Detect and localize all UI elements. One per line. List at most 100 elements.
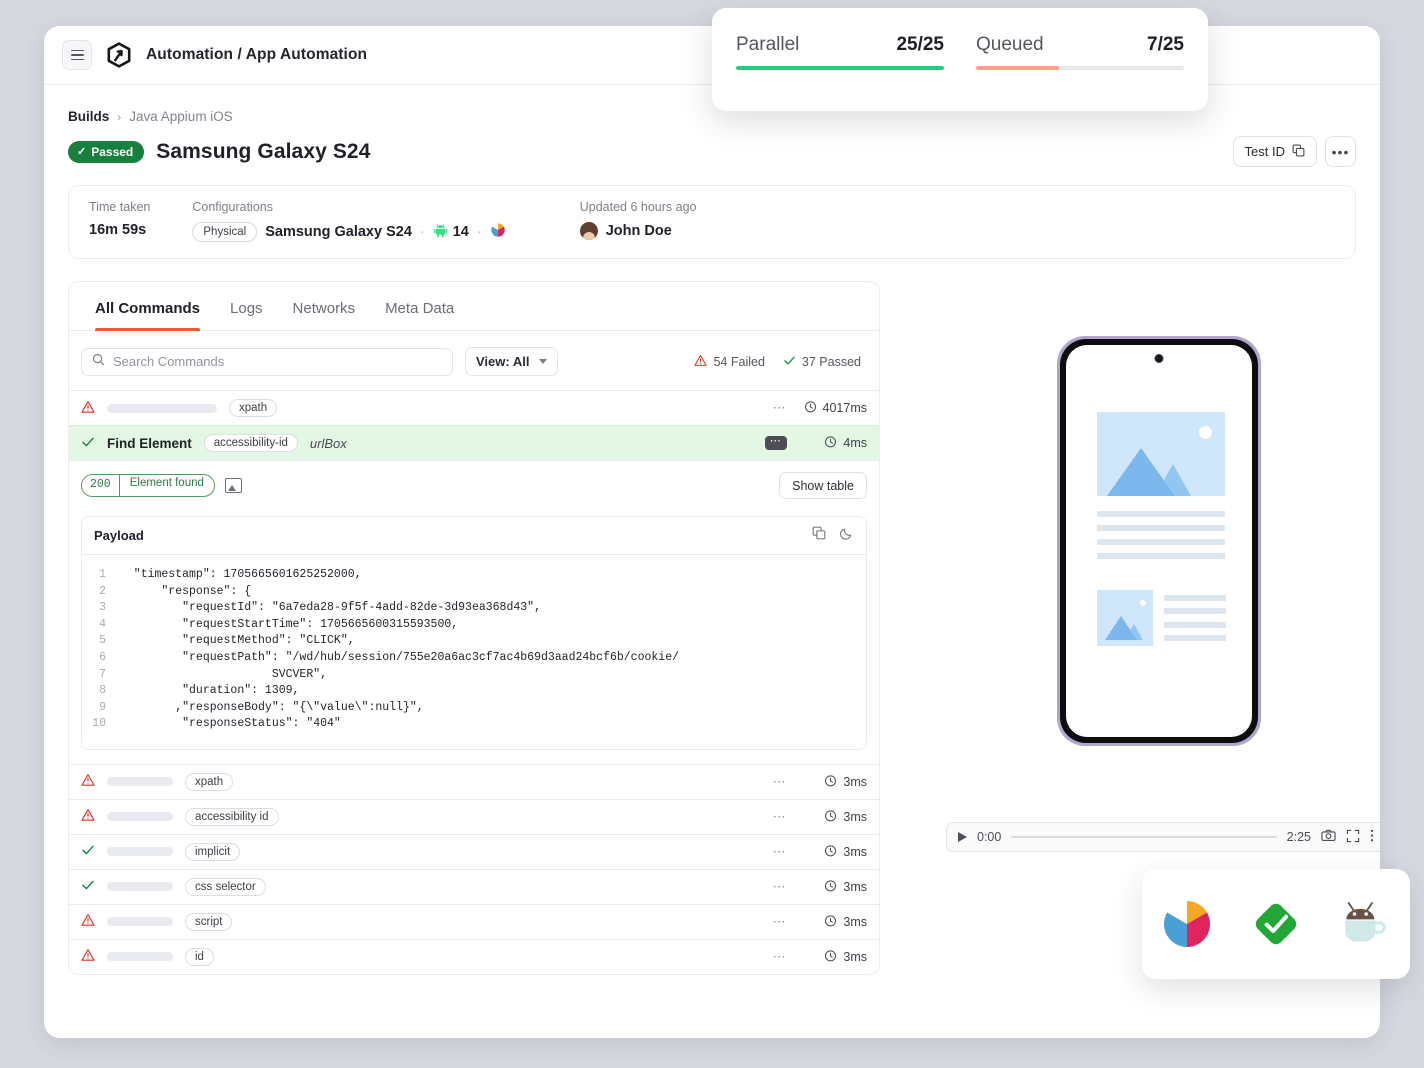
payload-title: Payload	[94, 528, 144, 543]
mountain-shape	[1107, 448, 1175, 496]
more-options-button[interactable]: •••	[1325, 136, 1356, 167]
placeholder-text-line	[1164, 635, 1226, 641]
redacted-command-name	[107, 777, 173, 786]
hamburger-icon[interactable]	[62, 40, 92, 70]
line-number: 2	[82, 584, 120, 601]
placeholder-hero-image	[1097, 412, 1225, 496]
copy-icon[interactable]	[812, 526, 826, 545]
redacted-command-name	[107, 917, 173, 926]
locator-tag: implicit	[185, 843, 240, 861]
android-icon	[433, 223, 448, 242]
sun-shape	[1199, 426, 1212, 439]
line-number: 7	[82, 667, 120, 684]
camera-icon[interactable]	[1321, 828, 1336, 846]
line-text: "requestStartTime": 1705665600315593500,	[120, 617, 458, 634]
line-text: "requestMethod": "CLICK",	[120, 633, 355, 650]
search-input[interactable]	[113, 354, 442, 369]
integrations-card	[1142, 869, 1410, 979]
table-row[interactable]: css selector ⋯ 3ms	[69, 869, 879, 904]
payload-card: Payload	[81, 516, 867, 750]
code-line: 8 "duration": 1309,	[82, 683, 866, 700]
search-box[interactable]	[81, 348, 453, 376]
line-number: 9	[82, 700, 120, 717]
row-actions: ⋯ 4ms	[765, 435, 867, 451]
row-actions: ⋯ 3ms	[773, 774, 867, 790]
line-text: "duration": 1309,	[120, 683, 299, 700]
android-java-icon	[1336, 895, 1394, 953]
fullscreen-icon[interactable]	[1346, 829, 1360, 846]
clock-icon	[804, 400, 817, 416]
updated-label: Updated 6 hours ago	[580, 200, 697, 214]
stat-queued-value: 7/25	[1147, 34, 1184, 56]
code-line: 5 "requestMethod": "CLICK",	[82, 633, 866, 650]
configurations-block: Configurations Physical Samsung Galaxy S…	[192, 200, 505, 242]
progress-track[interactable]	[1011, 836, 1276, 838]
failed-count: 54 Failed	[694, 354, 764, 370]
play-icon[interactable]	[958, 832, 967, 842]
user-name: John Doe	[606, 223, 672, 239]
line-text: "timestamp": 1705665601625252000,	[120, 567, 362, 584]
search-icon	[92, 353, 105, 371]
camera-punchhole-icon	[1155, 354, 1164, 363]
row-actions: ⋯ 3ms	[773, 879, 867, 895]
locator-tag: css selector	[185, 878, 266, 896]
row-actions: ⋯ 3ms	[773, 844, 867, 860]
counts: 54 Failed 37 Passed	[694, 354, 867, 370]
code-line: 3 "requestId": "6a7eda28-9f5f-4add-82de-…	[82, 600, 866, 617]
line-number: 8	[82, 683, 120, 700]
total-time: 2:25	[1287, 830, 1311, 844]
kebab-icon[interactable]	[1370, 828, 1374, 846]
row-duration-label: 3ms	[843, 845, 867, 859]
row-duration-label: 3ms	[843, 950, 867, 964]
breadcrumb-builds[interactable]: Builds	[68, 109, 109, 124]
table-row[interactable]: accessibility id ⋯ 3ms	[69, 799, 879, 834]
line-text: "responseStatus": "404"	[120, 716, 341, 733]
parallel-queued-card: Parallel 25/25 Queued 7/25	[712, 8, 1208, 111]
code-line: 4 "requestStartTime": 170566560031559350…	[82, 617, 866, 634]
placeholder-thumb-image	[1097, 590, 1153, 646]
stat-queued-bar	[976, 66, 1184, 70]
view-filter-select[interactable]: View: All	[465, 347, 558, 376]
tab-logs[interactable]: Logs	[230, 282, 263, 330]
tab-bar: All Commands Logs Networks Meta Data	[69, 282, 879, 331]
stat-parallel-bar-fill	[736, 66, 944, 70]
row-duration: 3ms	[803, 774, 867, 790]
row-more-icon[interactable]: ⋯	[765, 436, 787, 450]
redacted-command-name	[107, 812, 173, 821]
clock-icon	[824, 914, 837, 930]
tab-meta-data[interactable]: Meta Data	[385, 282, 454, 330]
row-actions: ⋯ 3ms	[773, 809, 867, 825]
mountain-shape	[1105, 616, 1137, 640]
table-row[interactable]: script ⋯ 3ms	[69, 904, 879, 939]
code-line: 1 "timestamp": 1705665601625252000,	[82, 567, 866, 584]
placeholder-text-line	[1164, 622, 1226, 628]
video-player-controls: 0:00 2:25	[946, 822, 1380, 852]
appium-icon	[490, 222, 506, 242]
table-row[interactable]: implicit ⋯ 3ms	[69, 834, 879, 869]
line-text: ,"responseBody": "{\"value\":null}",	[120, 700, 424, 717]
test-id-button[interactable]: Test ID	[1233, 136, 1317, 167]
tab-networks[interactable]: Networks	[293, 282, 356, 330]
time-taken-label: Time taken	[89, 200, 150, 214]
failed-count-label: 54 Failed	[713, 355, 764, 369]
row-duration: 3ms	[803, 879, 867, 895]
tab-all-commands[interactable]: All Commands	[95, 282, 200, 330]
table-row[interactable]: id ⋯ 3ms	[69, 939, 879, 974]
clock-icon	[824, 949, 837, 965]
configurations-label: Configurations	[192, 200, 505, 214]
redacted-command-name	[107, 882, 173, 891]
row-actions: ⋯ 3ms	[773, 949, 867, 965]
line-number: 10	[82, 716, 120, 733]
device-screen[interactable]	[1066, 345, 1252, 737]
table-row[interactable]: xpath ⋯ 3ms	[69, 764, 879, 799]
code-line: 2 "response": {	[82, 584, 866, 601]
show-table-button[interactable]: Show table	[779, 472, 867, 499]
image-icon[interactable]	[225, 478, 242, 493]
table-row-selected[interactable]: Find Element accessibility-id urlBox ⋯	[69, 425, 879, 460]
placeholder-text-line	[1164, 595, 1226, 601]
table-row[interactable]: xpath ⋯ 4017ms	[69, 390, 879, 425]
stat-queued: Queued 7/25	[976, 34, 1184, 111]
code-line: 7 SVCVER",	[82, 667, 866, 684]
breadcrumb-current[interactable]: Java Appium iOS	[129, 109, 233, 124]
moon-icon[interactable]	[840, 526, 854, 545]
